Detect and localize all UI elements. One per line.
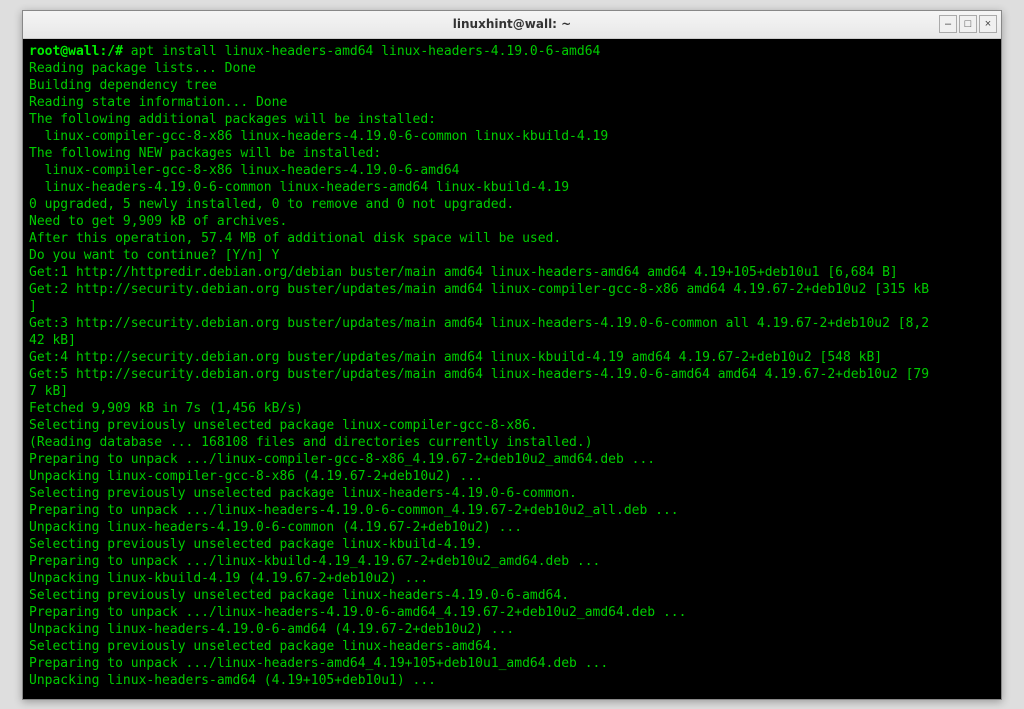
output-line: Get:4 http://security.debian.org buster/… [29, 349, 995, 366]
output-line: Unpacking linux-kbuild-4.19 (4.19.67-2+d… [29, 570, 995, 587]
output-line: Do you want to continue? [Y/n] Y [29, 247, 995, 264]
minimize-button[interactable]: – [939, 15, 957, 33]
output-line: Preparing to unpack .../linux-headers-4.… [29, 502, 995, 519]
output-line: After this operation, 57.4 MB of additio… [29, 230, 995, 247]
output-line: 0 upgraded, 5 newly installed, 0 to remo… [29, 196, 995, 213]
command-text: apt install linux-headers-amd64 linux-he… [131, 44, 601, 59]
output-line: linux-compiler-gcc-8-x86 linux-headers-4… [29, 162, 995, 179]
output-line: Selecting previously unselected package … [29, 638, 995, 655]
output-line: Selecting previously unselected package … [29, 485, 995, 502]
output-line: Reading package lists... Done [29, 60, 995, 77]
output-line: Get:2 http://security.debian.org buster/… [29, 281, 995, 298]
terminal-viewport[interactable]: root@wall:/# apt install linux-headers-a… [23, 39, 1001, 699]
output-line: Get:3 http://security.debian.org buster/… [29, 315, 995, 332]
output-line: The following NEW packages will be insta… [29, 145, 995, 162]
window-title: linuxhint@wall: ~ [453, 17, 571, 31]
output-line: (Reading database ... 168108 files and d… [29, 434, 995, 451]
output-line: ] [29, 298, 995, 315]
output-line: Fetched 9,909 kB in 7s (1,456 kB/s) [29, 400, 995, 417]
terminal-output: Reading package lists... DoneBuilding de… [29, 60, 995, 689]
output-line: Selecting previously unselected package … [29, 417, 995, 434]
output-line: The following additional packages will b… [29, 111, 995, 128]
output-line: 7 kB] [29, 383, 995, 400]
output-line: Building dependency tree [29, 77, 995, 94]
output-line: Get:5 http://security.debian.org buster/… [29, 366, 995, 383]
output-line: Unpacking linux-headers-4.19.0-6-amd64 (… [29, 621, 995, 638]
output-line: Selecting previously unselected package … [29, 587, 995, 604]
output-line: Preparing to unpack .../linux-compiler-g… [29, 451, 995, 468]
output-line: Reading state information... Done [29, 94, 995, 111]
output-line: Unpacking linux-headers-4.19.0-6-common … [29, 519, 995, 536]
maximize-button[interactable]: □ [959, 15, 977, 33]
prompt-line: root@wall:/# apt install linux-headers-a… [29, 43, 995, 60]
output-line: linux-compiler-gcc-8-x86 linux-headers-4… [29, 128, 995, 145]
output-line: Preparing to unpack .../linux-kbuild-4.1… [29, 553, 995, 570]
output-line: Get:1 http://httpredir.debian.org/debian… [29, 264, 995, 281]
output-line: 42 kB] [29, 332, 995, 349]
prompt-text: root@wall:/# [29, 44, 131, 59]
output-line: Preparing to unpack .../linux-headers-am… [29, 655, 995, 672]
output-line: Need to get 9,909 kB of archives. [29, 213, 995, 230]
output-line: Preparing to unpack .../linux-headers-4.… [29, 604, 995, 621]
titlebar[interactable]: linuxhint@wall: ~ – □ × [23, 11, 1001, 39]
output-line: Unpacking linux-compiler-gcc-8-x86 (4.19… [29, 468, 995, 485]
close-button[interactable]: × [979, 15, 997, 33]
window-controls: – □ × [939, 15, 997, 33]
output-line: Unpacking linux-headers-amd64 (4.19+105+… [29, 672, 995, 689]
terminal-window: linuxhint@wall: ~ – □ × root@wall:/# apt… [22, 10, 1002, 700]
output-line: Selecting previously unselected package … [29, 536, 995, 553]
output-line: linux-headers-4.19.0-6-common linux-head… [29, 179, 995, 196]
